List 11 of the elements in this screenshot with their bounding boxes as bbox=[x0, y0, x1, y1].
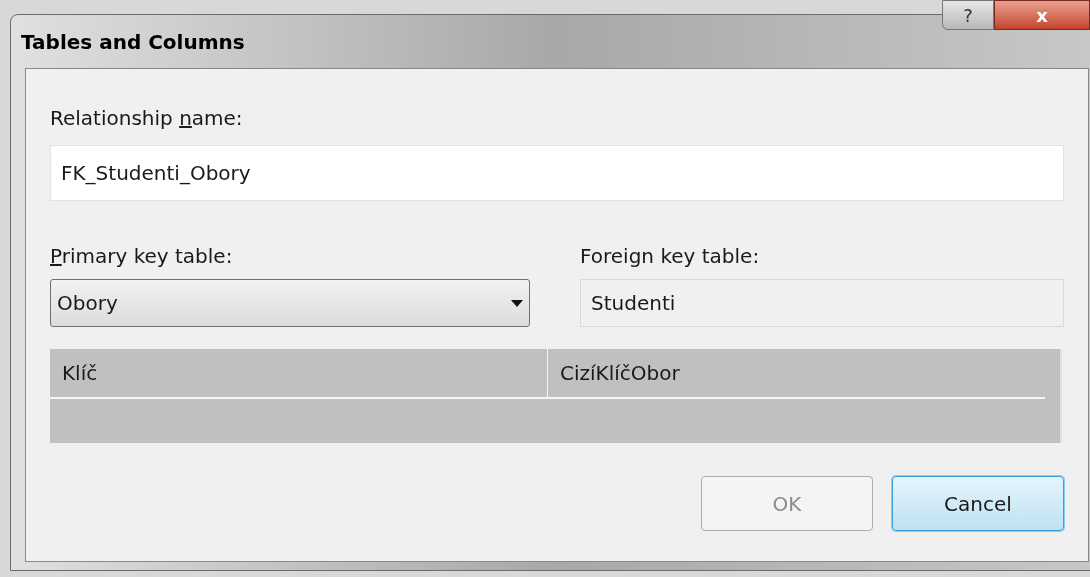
window-title: Tables and Columns bbox=[21, 28, 245, 56]
dialog-button[interactable]: Cancel bbox=[892, 476, 1064, 531]
dropdown-arrow-icon bbox=[511, 299, 523, 307]
primary-key-table-dropdown[interactable]: Obory bbox=[50, 279, 530, 327]
field-label: Foreign key table: bbox=[580, 243, 760, 270]
field-label: Relationship name: bbox=[50, 105, 243, 132]
help-button[interactable]: ? bbox=[942, 0, 994, 30]
column-header[interactable]: CizíKlíčObor bbox=[548, 349, 1045, 399]
relationship-name-field[interactable]: FK_Studenti_Obory bbox=[50, 145, 1064, 201]
field-label: Primary key table: bbox=[50, 243, 233, 270]
column-header[interactable]: Klíč bbox=[50, 349, 548, 399]
